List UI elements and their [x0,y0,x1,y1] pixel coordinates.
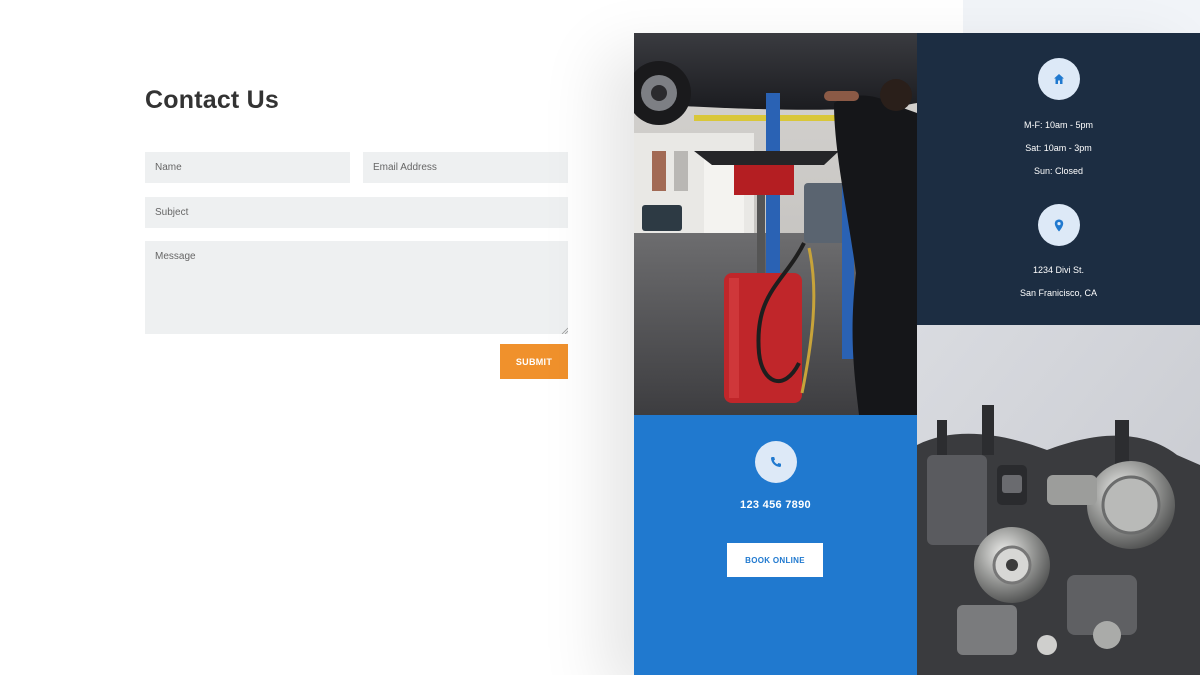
email-field[interactable] [363,152,568,183]
phone-icon [755,441,797,483]
name-field[interactable] [145,152,350,183]
mechanic-photo [634,33,917,415]
address-city: San Franicisco, CA [1019,288,1098,298]
hours-weekdays: M-F: 10am - 5pm [1023,120,1093,130]
engine-photo [917,325,1200,675]
home-icon [1038,58,1080,100]
subject-field[interactable] [145,197,568,228]
phone-panel: 123 456 7890 BOOK ONLINE [634,415,917,675]
hours-saturday: Sat: 10am - 3pm [1025,143,1092,153]
submit-button[interactable]: SUBMIT [500,344,568,379]
hours-address-panel: M-F: 10am - 5pm Sat: 10am - 3pm Sun: Clo… [917,33,1200,325]
phone-number: 123 456 7890 [740,499,811,511]
map-pin-icon [1038,204,1080,246]
page-title: Contact Us [145,86,279,114]
hours-sunday: Sun: Closed [1033,166,1084,176]
top-strip [963,0,1200,33]
message-field[interactable] [145,241,568,334]
book-online-button[interactable]: BOOK ONLINE [727,543,823,577]
resize-grip-icon[interactable] [561,327,568,334]
address-street: 1234 Divi St. [1032,265,1085,275]
